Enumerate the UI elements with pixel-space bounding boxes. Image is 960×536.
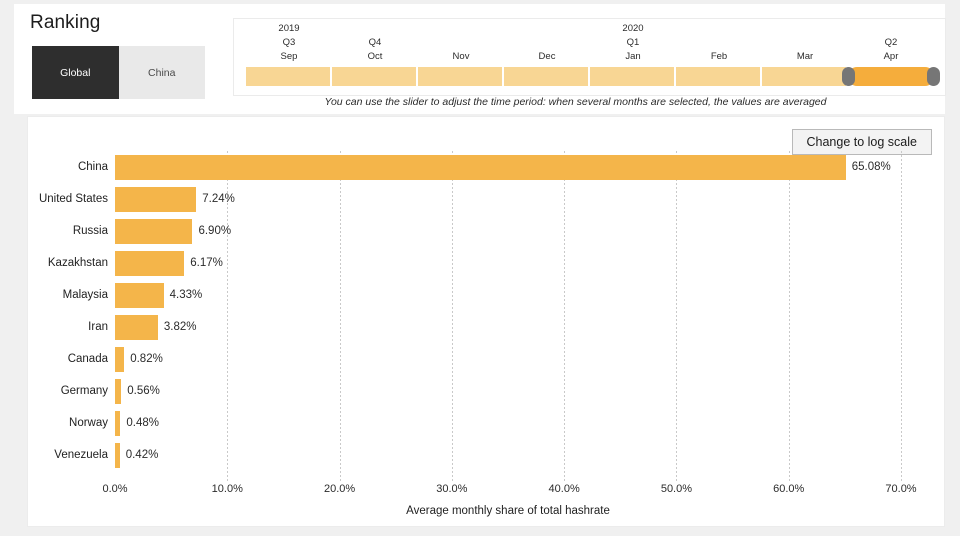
bar-row[interactable]: United States 7.24% [28, 187, 944, 219]
bar-value-label: 6.90% [198, 225, 232, 237]
x-tick-label: 0.0% [102, 483, 128, 495]
x-tick-label: 70.0% [885, 483, 917, 495]
timeline-tick-apr: Q2 Apr [848, 19, 934, 64]
bar-value-label: 0.56% [127, 385, 160, 397]
timeline-tick-dec: Dec [504, 19, 590, 64]
bar-row[interactable]: China 65.08% [28, 155, 944, 187]
slider-handle-right[interactable] [927, 67, 940, 86]
scope-button-label: China [148, 66, 176, 79]
bar-row[interactable]: Kazakhstan 6.17% [28, 251, 944, 283]
bar-category-label: United States [38, 193, 108, 205]
timeline-year-label: 2019 [278, 23, 300, 34]
slider-handle-left[interactable] [842, 67, 855, 86]
x-tick-label: 20.0% [323, 483, 356, 495]
timeline-month-label: Dec [538, 51, 556, 62]
bar-category-label: Venezuela [54, 449, 108, 461]
timeline-month-label: Nov [452, 51, 470, 62]
bar-row[interactable]: Malaysia 4.33% [28, 283, 944, 315]
bar-value-label: 0.82% [130, 353, 163, 365]
timeline-tick-oct: Q4 Oct [332, 19, 418, 64]
timeline-tick-nov: Nov [418, 19, 504, 64]
slider-segment-nov[interactable] [418, 67, 504, 86]
timeline-year-label: 2020 [622, 23, 644, 34]
bar-category-label: Iran [88, 321, 108, 333]
bar[interactable] [115, 411, 121, 436]
timeline-quarter-label: Q4 [368, 37, 382, 48]
x-tick-label: 50.0% [660, 483, 693, 495]
timeline-tick-jan: 2020 Q1 Jan [590, 19, 676, 64]
scope-button-global[interactable]: Global [32, 46, 119, 99]
scope-button-china[interactable]: China [118, 46, 205, 99]
bar-row[interactable]: Norway 0.48% [28, 411, 944, 443]
bar[interactable] [115, 347, 125, 372]
bar-value-label: 3.82% [163, 321, 197, 333]
bar-row[interactable]: Germany 0.56% [28, 379, 944, 411]
bar-chart-plot: China 65.08% United States 7.24% Russia 6.90%… [28, 117, 944, 526]
timeline-quarter-label: Q2 [884, 37, 898, 48]
bar[interactable] [115, 315, 158, 340]
bar[interactable] [115, 187, 197, 212]
timeline-month-label: Oct [367, 51, 383, 62]
x-axis-title: Average monthly share of total hashrate [406, 505, 610, 517]
slider-segment-sep[interactable] [246, 67, 332, 86]
timeline-tick-feb: Feb [676, 19, 762, 64]
bar-category-label: Norway [69, 417, 108, 429]
bar[interactable] [115, 283, 164, 308]
page-title: Ranking [30, 12, 101, 33]
slider-segment-jan[interactable] [590, 67, 676, 86]
bar-value-label: 6.17% [190, 257, 223, 269]
bar-row[interactable]: Canada 0.82% [28, 347, 944, 379]
bar-category-label: Kazakhstan [47, 257, 108, 269]
timeline-slider-track[interactable] [246, 67, 940, 86]
slider-segment-dec[interactable] [504, 67, 590, 86]
bar-row[interactable]: Russia 6.90% [28, 219, 944, 251]
timeline-month-label: Mar [796, 51, 814, 62]
timeline-tick-sep: 2019 Q3 Sep [246, 19, 332, 64]
timeline-tick-mar: Mar [762, 19, 848, 64]
timeline-tick-labels: 2019 Q3 Sep Q4 Oct Nov Dec 2020 Q1 Jan Feb Mar… [234, 19, 945, 67]
bar-value-label: 65.08% [851, 161, 891, 173]
bar-value-label: 7.24% [202, 193, 235, 205]
bar[interactable] [115, 251, 185, 276]
timeline-quarter-label: Q1 [626, 37, 640, 48]
bar-category-label: Russia [72, 225, 108, 237]
bar-value-label: 4.33% [169, 289, 203, 301]
timeline-month-label: Jan [625, 51, 641, 62]
timeline-month-label: Feb [710, 51, 728, 62]
bar[interactable] [115, 443, 120, 468]
timeline-month-label: Apr [883, 51, 899, 62]
scope-button-label: Global [60, 66, 91, 79]
bar-rows: China 65.08% United States 7.24% Russia 6.90%… [28, 155, 944, 475]
bar-category-label: Canada [67, 353, 108, 365]
bar[interactable] [115, 155, 846, 180]
x-axis-ticks: 0.0% 10.0% 20.0% 30.0% 40.0% 50.0% 60.0% 70.0% [102, 483, 916, 503]
slider-segment-mar[interactable] [762, 67, 848, 86]
bar-row[interactable]: Iran 3.82% [28, 315, 944, 347]
timeline-month-label: Sep [280, 51, 298, 62]
scope-toggle-group: Global China [32, 46, 205, 99]
bar-value-label: 0.48% [126, 417, 159, 429]
x-tick-label: 60.0% [773, 483, 805, 495]
x-tick-label: 30.0% [436, 483, 468, 495]
ranking-chart-card: Change to log scale China 65.08% United St… [27, 116, 945, 527]
bar-row[interactable]: Venezuela 0.42% [28, 443, 944, 475]
slider-help-caption: You can use the slider to adjust the tim… [324, 96, 827, 108]
slider-segment-oct[interactable] [332, 67, 418, 86]
slider-segment-apr[interactable] [848, 67, 934, 86]
bar[interactable] [115, 219, 193, 244]
bar-category-label: Germany [60, 385, 108, 397]
bar-category-label: China [77, 161, 108, 173]
x-tick-label: 10.0% [211, 483, 243, 495]
timeline-quarter-label: Q3 [282, 37, 296, 48]
bar[interactable] [115, 379, 122, 404]
bar-value-label: 0.42% [125, 449, 159, 461]
slider-segment-feb[interactable] [676, 67, 762, 86]
x-tick-label: 40.0% [548, 483, 580, 495]
bar-category-label: Malaysia [62, 289, 108, 301]
timeline-slider-panel[interactable]: 2019 Q3 Sep Q4 Oct Nov Dec 2020 Q1 Jan Feb Mar… [233, 18, 946, 96]
